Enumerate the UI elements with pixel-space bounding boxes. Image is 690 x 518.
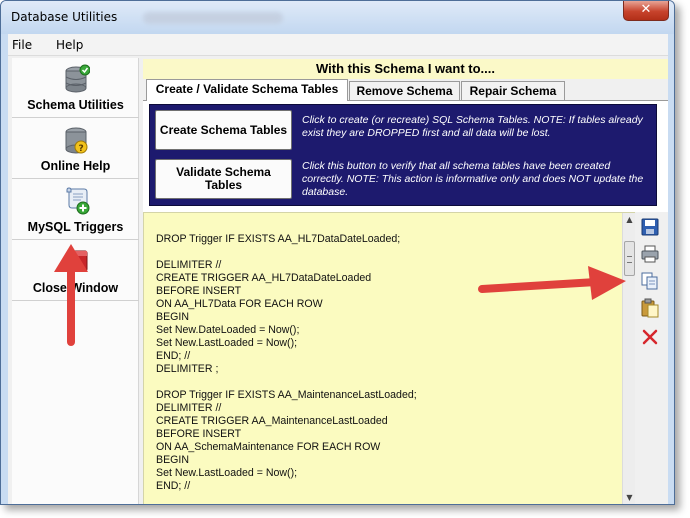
window-close-button[interactable]: ✕ xyxy=(623,1,669,21)
editor-toolstrip xyxy=(637,212,665,372)
copy-icon[interactable] xyxy=(639,270,661,292)
tab-page: Create Schema Tables Click to create (or… xyxy=(143,100,668,212)
nav-label: Close Window xyxy=(32,281,119,295)
blurred-schema-title xyxy=(143,12,283,24)
validate-schema-tables-button[interactable]: Validate Schema Tables xyxy=(155,159,292,199)
database-check-icon xyxy=(65,64,90,93)
menu-help[interactable]: Help xyxy=(56,38,83,52)
vertical-scrollbar[interactable]: ▲ ▼ xyxy=(622,213,636,504)
scroll-up-arrow-icon[interactable]: ▲ xyxy=(623,213,636,227)
nav-item-mysql-triggers[interactable]: MySQL Triggers xyxy=(12,180,139,240)
paste-icon[interactable] xyxy=(639,297,661,319)
delete-icon[interactable] xyxy=(639,326,661,348)
menu-file[interactable]: File xyxy=(12,38,32,52)
menu-bar: File Help xyxy=(8,34,668,56)
app-window: Database Utilities ✕ File Help Schema Ut… xyxy=(0,0,675,505)
nav-label: MySQL Triggers xyxy=(27,220,124,234)
scroll-down-arrow-icon[interactable]: ▼ xyxy=(623,491,636,504)
scroll-thumb[interactable] xyxy=(624,241,635,276)
trigger-script-text[interactable]: DROP Trigger IF EXISTS AA_HL7DataDateLoa… xyxy=(156,233,616,493)
nav-item-online-help[interactable]: ? Online Help xyxy=(12,119,139,179)
svg-text:?: ? xyxy=(79,144,84,154)
trigger-script-editor[interactable]: DROP Trigger IF EXISTS AA_HL7DataDateLoa… xyxy=(143,212,636,504)
nav-label: Online Help xyxy=(40,159,111,173)
action-panel: Create Schema Tables Click to create (or… xyxy=(149,104,657,206)
tab-create-validate[interactable]: Create / Validate Schema Tables xyxy=(146,79,348,101)
create-note: Click to create (or recreate) SQL Schema… xyxy=(302,114,643,139)
validate-note: Click this button to verify that all sch… xyxy=(302,160,644,198)
script-add-icon xyxy=(66,187,90,215)
nav-item-close-window[interactable]: Close Window xyxy=(12,241,139,301)
save-icon[interactable] xyxy=(639,216,661,238)
left-navigation: Schema Utilities ? Online Help MySQL Tri… xyxy=(12,58,139,504)
window-title: Database Utilities xyxy=(11,10,118,24)
tab-repair-schema[interactable]: Repair Schema xyxy=(461,81,565,100)
create-schema-tables-button[interactable]: Create Schema Tables xyxy=(155,110,292,150)
close-window-icon xyxy=(66,250,88,272)
database-help-icon: ? xyxy=(65,127,88,154)
nav-item-schema-utilities[interactable]: Schema Utilities xyxy=(12,58,139,118)
nav-label: Schema Utilities xyxy=(27,98,124,112)
client-area: File Help Schema Utilities ? Online Help… xyxy=(8,34,668,504)
title-bar[interactable]: Database Utilities ✕ xyxy=(1,1,674,34)
tab-remove-schema[interactable]: Remove Schema xyxy=(349,81,460,100)
print-icon[interactable] xyxy=(639,243,661,265)
schema-action-header: With this Schema I want to.... xyxy=(143,59,668,79)
